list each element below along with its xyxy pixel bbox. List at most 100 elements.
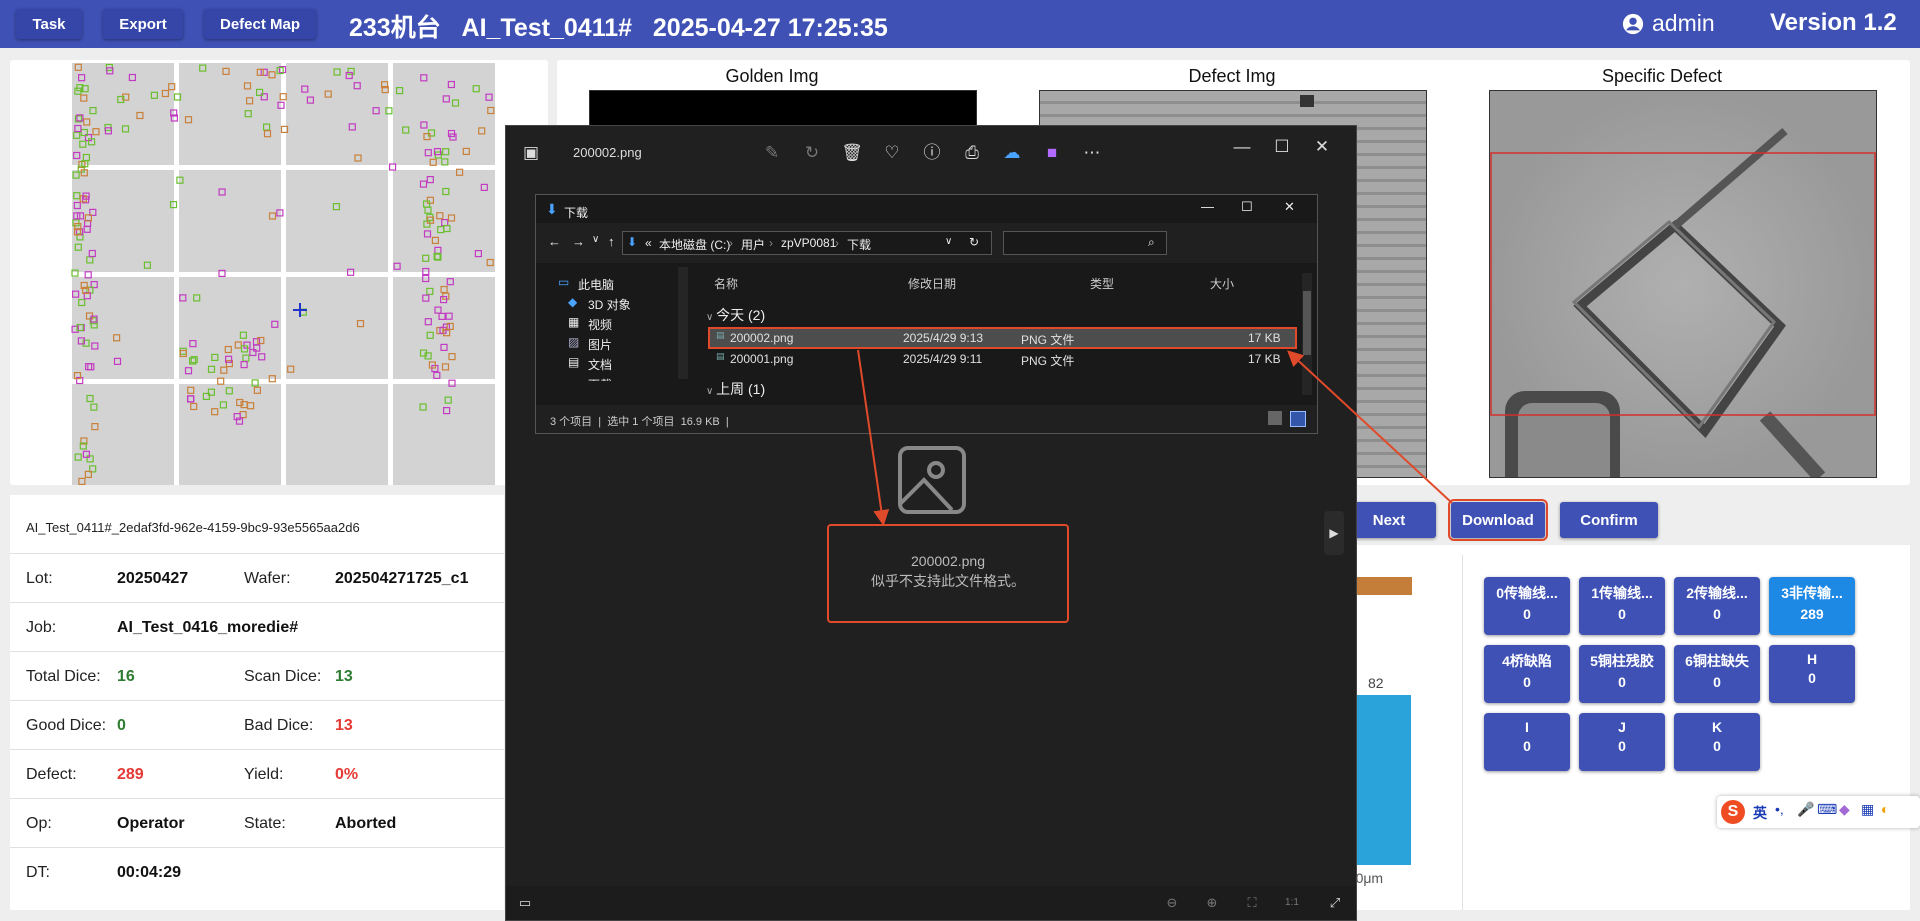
nav-downloads[interactable]: 下载 — [588, 376, 612, 381]
tiles-view-icon[interactable] — [1290, 411, 1306, 427]
explorer-close-icon[interactable]: ✕ — [1284, 199, 1295, 215]
address-dropdown-icon[interactable]: ∨ — [945, 236, 952, 247]
favorite-icon[interactable]: ♡ — [881, 142, 903, 164]
wafer-map[interactable] — [10, 60, 548, 485]
col-type[interactable]: 类型 — [1090, 275, 1114, 292]
broken-image-icon — [898, 446, 966, 514]
col-date[interactable]: 修改日期 — [908, 275, 956, 292]
wafer-die[interactable] — [393, 63, 495, 165]
defect-type-button[interactable]: 1传输线... 0 — [1579, 577, 1665, 635]
wafer-die[interactable] — [286, 384, 388, 485]
rotate-icon[interactable]: ↻ — [801, 142, 823, 164]
close-icon[interactable]: ✕ — [1311, 136, 1333, 158]
nav-scrollbar[interactable] — [678, 267, 688, 379]
ime-toolbar[interactable]: S 英 •, 🎤 ⌨ ◆ ▦ ◐ — [1717, 796, 1920, 828]
col-size[interactable]: 大小 — [1210, 275, 1234, 292]
col-name[interactable]: 名称 — [714, 275, 738, 292]
back-icon[interactable]: ← — [548, 234, 561, 249]
path-segment-1[interactable]: 用户 — [741, 236, 765, 253]
zoom-in-icon[interactable]: ⊕ — [1201, 892, 1223, 914]
refresh-icon[interactable]: ↻ — [969, 235, 979, 249]
wafer-die[interactable] — [179, 63, 281, 165]
confirm-button[interactable]: Confirm — [1560, 502, 1658, 538]
fit-icon[interactable]: ⛶ — [1241, 892, 1263, 914]
defect-marker — [84, 271, 92, 279]
export-button[interactable]: Export — [103, 9, 183, 39]
file-type: PNG 文件 — [1021, 333, 1075, 347]
wafer-die[interactable] — [393, 384, 495, 485]
minimize-icon[interactable]: — — [1231, 136, 1253, 158]
explorer-maximize-icon[interactable]: ☐ — [1241, 199, 1253, 215]
explorer-search-input[interactable]: ⌕ — [1003, 231, 1167, 255]
mic-icon[interactable]: 🎤 — [1797, 801, 1814, 818]
nav-documents[interactable]: 文档 — [588, 356, 612, 373]
defect-type-button[interactable]: H0 — [1769, 645, 1855, 703]
zoom-out-icon[interactable]: ⊖ — [1161, 892, 1183, 914]
up-icon[interactable]: ↑ — [608, 234, 615, 249]
forward-icon[interactable]: → — [572, 234, 585, 249]
next-image-arrow-icon[interactable]: ▶ — [1324, 511, 1344, 555]
recent-icon[interactable]: ∨ — [592, 234, 599, 245]
file-row[interactable]: ▤ 200001.png 2025/4/29 9:11 PNG 文件 17 KB — [710, 350, 1295, 368]
maximize-icon[interactable]: ☐ — [1271, 136, 1293, 158]
group-last-week[interactable]: ∨ 上周 (1) — [706, 379, 765, 399]
defect-type-button[interactable]: 0传输线... 0 — [1484, 577, 1570, 635]
filmstrip-icon[interactable]: ▭ — [514, 892, 536, 914]
wafer-die[interactable] — [286, 170, 388, 272]
wafer-die[interactable] — [72, 63, 174, 165]
file-explorer-window[interactable]: ⬇ 下载 — ☐ ✕ ← → ∨ ↑ ⬇ « 本地磁盘 (C:) › 用户 › … — [535, 194, 1318, 434]
defect-type-button[interactable]: J0 — [1579, 713, 1665, 771]
error-file-name: 200002.png — [911, 553, 985, 569]
defect-type-count: 0 — [1523, 606, 1531, 622]
nav-3d[interactable]: 3D 对象 — [588, 296, 631, 313]
print-icon[interactable]: ⎙ — [961, 142, 983, 164]
clipchamp-icon[interactable]: ■ — [1041, 142, 1063, 164]
address-overflow[interactable]: « — [645, 236, 652, 250]
defect-type-name: 6铜柱缺失 — [1685, 653, 1749, 669]
download-button[interactable]: Download — [1448, 499, 1548, 541]
wafer-value: 202504271725_c1 — [335, 570, 469, 587]
explorer-address-row: ← → ∨ ↑ ⬇ « 本地磁盘 (C:) › 用户 › zpVP0081 › … — [536, 223, 1317, 263]
ime-lang[interactable]: 英 — [1753, 803, 1767, 823]
file-row-selected[interactable]: ▤ 200002.png 2025/4/29 9:13 PNG 文件 17 KB — [708, 327, 1297, 349]
defect-map-button[interactable]: Defect Map — [204, 9, 316, 39]
defect-type-button[interactable]: 2传输线... 0 — [1674, 577, 1760, 635]
user-menu[interactable]: admin — [1622, 10, 1715, 37]
defect-type-button[interactable]: 5铜柱残胶 0 — [1579, 645, 1665, 703]
task-button[interactable]: Task — [16, 9, 82, 39]
fullscreen-icon[interactable]: ⤢ — [1324, 892, 1346, 914]
nav-pictures[interactable]: 图片 — [588, 336, 612, 353]
delete-icon[interactable]: 🗑 — [841, 142, 863, 164]
toolbox-icon[interactable]: ▦ — [1861, 801, 1874, 818]
group-today[interactable]: ∨ 今天 (2) — [706, 305, 765, 325]
onedrive-icon[interactable]: ☁ — [1001, 142, 1023, 164]
wafer-die[interactable] — [286, 277, 388, 379]
path-segment-0[interactable]: 本地磁盘 (C:) — [659, 236, 730, 253]
defect-type-button[interactable]: K0 — [1674, 713, 1760, 771]
defect-type-button[interactable]: I0 — [1484, 713, 1570, 771]
defect-type-button[interactable]: 6铜柱缺失 0 — [1674, 645, 1760, 703]
defect-type-button[interactable]: 4桥缺陷 0 — [1484, 645, 1570, 703]
nav-this-pc[interactable]: 此电脑 — [578, 276, 614, 293]
more-icon[interactable]: ⋯ — [1081, 142, 1103, 164]
explorer-minimize-icon[interactable]: — — [1201, 199, 1214, 214]
actual-size-icon[interactable]: 1:1 — [1281, 892, 1303, 914]
defect-label: Defect: — [26, 766, 77, 783]
punct-icon[interactable]: •, — [1775, 801, 1784, 817]
files-scrollbar[interactable] — [1302, 273, 1312, 395]
keyboard-icon[interactable]: ⌨ — [1817, 801, 1837, 818]
address-bar[interactable]: ⬇ « 本地磁盘 (C:) › 用户 › zpVP0081 › 下载 ∨ ↻ — [622, 231, 992, 255]
defect-type-button[interactable]: 3非传输... 289 — [1769, 577, 1855, 635]
state-value: Aborted — [335, 815, 397, 832]
wafer-die[interactable] — [179, 170, 281, 272]
info-icon[interactable]: ⓘ — [921, 142, 943, 164]
edit-icon[interactable]: ✎ — [761, 142, 783, 164]
skin-icon[interactable]: ◆ — [1839, 801, 1850, 818]
op-label: Op: — [26, 815, 52, 832]
scan-dice-label: Scan Dice: — [244, 668, 322, 685]
details-view-icon[interactable] — [1268, 411, 1282, 425]
extra-icon[interactable]: ◐ — [1881, 801, 1889, 817]
path-segment-2[interactable]: zpVP0081 — [781, 236, 836, 250]
path-segment-3[interactable]: 下载 — [847, 236, 871, 253]
nav-video[interactable]: 视频 — [588, 316, 612, 333]
